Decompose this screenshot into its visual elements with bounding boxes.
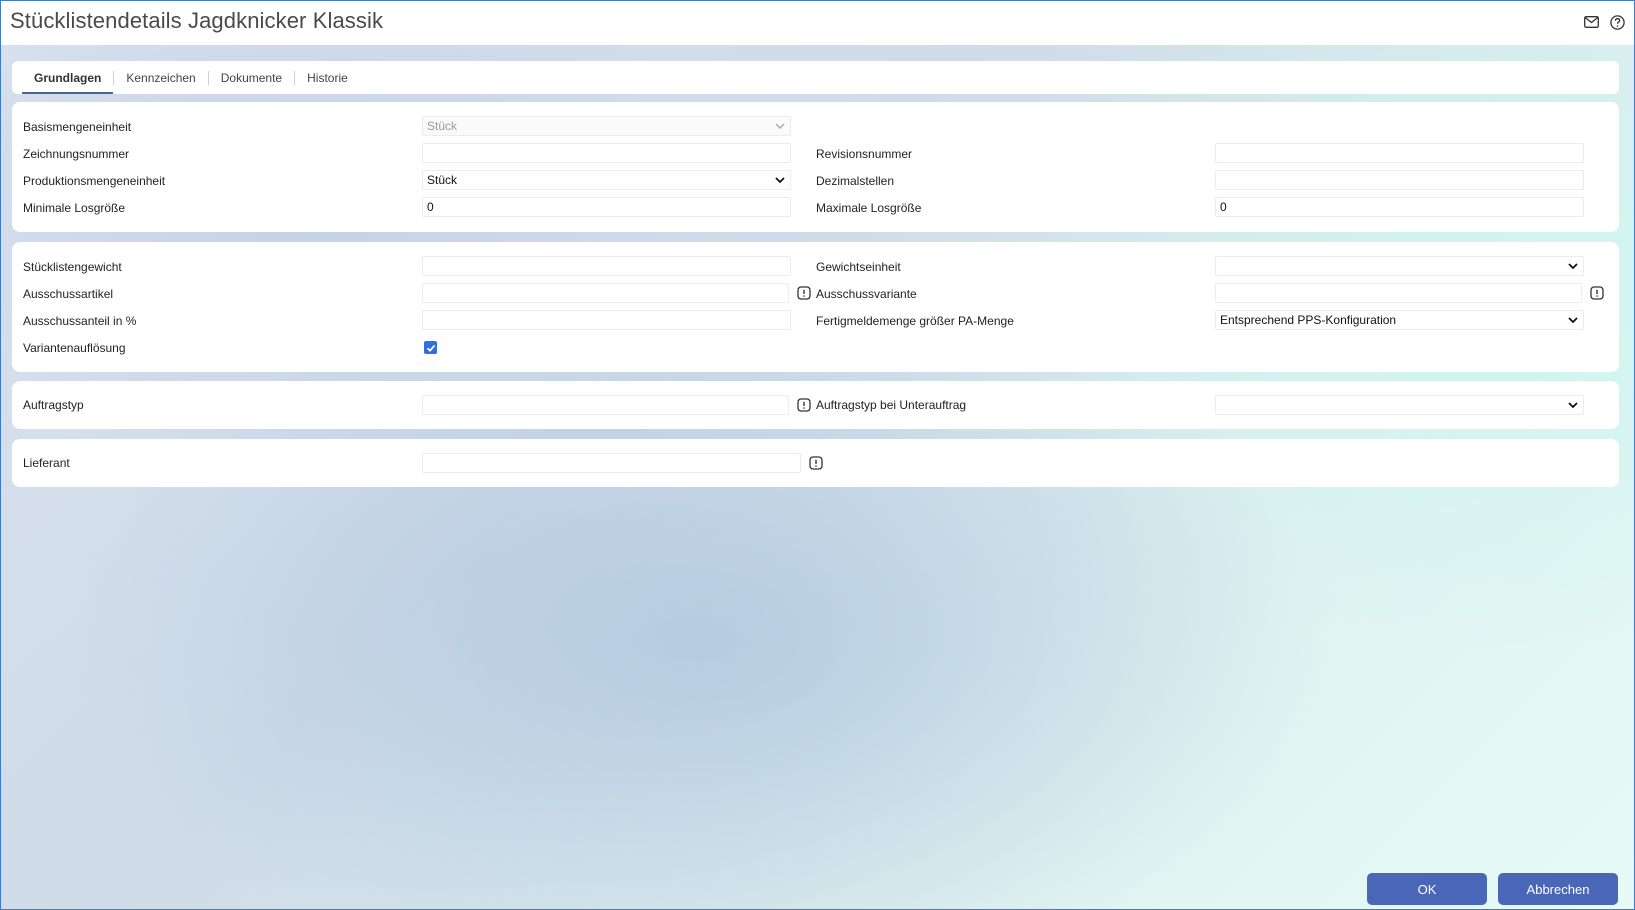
section-order-type: Auftragstyp Auftragstyp bei Unterauftrag <box>12 381 1619 429</box>
alert-icon[interactable] <box>809 456 823 470</box>
chevron-down-icon <box>775 177 785 184</box>
ausschussvariante-label: Ausschussvariante <box>816 287 917 301</box>
zeichnungsnummer-input[interactable] <box>422 143 791 163</box>
tab-kennzeichen[interactable]: Kennzeichen <box>114 61 207 94</box>
auftragstyp-unterauftrag-select[interactable] <box>1215 395 1584 415</box>
auftragstyp-unterauftrag-label: Auftragstyp bei Unterauftrag <box>816 398 967 412</box>
checkmark-icon <box>426 344 435 352</box>
ausschussanteil-label: Ausschussanteil in % <box>23 314 137 328</box>
maximale-losgroesse-label: Maximale Losgröße <box>816 201 922 215</box>
dezimalstellen-input[interactable] <box>1215 170 1584 190</box>
tab-label: Dokumente <box>220 70 283 85</box>
select-value: Stück <box>427 119 458 133</box>
chevron-down-icon <box>1568 263 1578 270</box>
alert-icon[interactable] <box>797 398 811 412</box>
tab-dokumente[interactable]: Dokumente <box>209 61 294 94</box>
produktionsmengeneinheit-select[interactable]: Stück <box>422 170 791 190</box>
variantenaufloesung-checkbox[interactable] <box>424 341 437 354</box>
lieferant-input[interactable] <box>422 453 801 473</box>
gewichtseinheit-select[interactable] <box>1215 256 1584 276</box>
ausschussartikel-label: Ausschussartikel <box>23 287 114 301</box>
section-basics: Basismengeneinheit Stück Zeichnungsnumme… <box>12 102 1619 232</box>
ausschussanteil-input[interactable] <box>422 310 791 330</box>
basismengeneinheit-select: Stück <box>422 116 791 136</box>
tab-label: Grundlagen <box>34 70 102 85</box>
chevron-down-icon <box>775 123 785 130</box>
cancel-button[interactable]: Abbrechen <box>1498 873 1618 905</box>
stuecklistengewicht-input[interactable] <box>422 256 791 276</box>
tab-bar: Grundlagen Kennzeichen Dokumente Histori… <box>12 61 1619 94</box>
alert-icon[interactable] <box>1590 286 1604 300</box>
dialog-title: Stücklistendetails Jagdknicker Klassik <box>10 8 384 33</box>
variantenaufloesung-label: Variantenauflösung <box>23 341 126 355</box>
minimale-losgroesse-input[interactable]: 0 <box>422 197 791 217</box>
fertigmeldemenge-select[interactable]: Entsprechend PPS-Konfiguration <box>1215 310 1584 330</box>
tab-historie[interactable]: Historie <box>295 61 360 94</box>
minimale-losgroesse-label: Minimale Losgröße <box>23 201 126 215</box>
revisionsnummer-label: Revisionsnummer <box>816 147 913 161</box>
alert-icon[interactable] <box>797 286 811 300</box>
ausschussartikel-input[interactable] <box>422 283 789 303</box>
ausschussvariante-input[interactable] <box>1215 283 1582 303</box>
produktionsmengeneinheit-label: Produktionsmengeneinheit <box>23 174 166 188</box>
section-weight-scrap: Stücklistengewicht Gewichtseinheit Aussc… <box>12 242 1619 372</box>
stuecklistengewicht-label: Stücklistengewicht <box>23 260 122 274</box>
auftragstyp-label: Auftragstyp <box>23 398 84 412</box>
help-icon[interactable] <box>1608 13 1626 31</box>
title-bar: Stücklistendetails Jagdknicker Klassik <box>1 1 1634 45</box>
dezimalstellen-label: Dezimalstellen <box>816 174 895 188</box>
gewichtseinheit-label: Gewichtseinheit <box>816 260 901 274</box>
section-supplier: Lieferant <box>12 439 1619 487</box>
tab-grundlagen[interactable]: Grundlagen <box>22 61 114 94</box>
chevron-down-icon <box>1568 317 1578 324</box>
ok-button[interactable]: OK <box>1367 873 1487 905</box>
zeichnungsnummer-label: Zeichnungsnummer <box>23 147 130 161</box>
revisionsnummer-input[interactable] <box>1215 143 1584 163</box>
lieferant-label: Lieferant <box>23 456 70 470</box>
mail-icon[interactable] <box>1582 13 1600 31</box>
chevron-down-icon <box>1568 402 1578 409</box>
dialog-window: Stücklistendetails Jagdknicker Klassik G… <box>0 0 1635 910</box>
auftragstyp-input[interactable] <box>422 395 789 415</box>
basismengeneinheit-label: Basismengeneinheit <box>23 120 132 134</box>
select-value: Entsprechend PPS-Konfiguration <box>1220 313 1397 327</box>
tab-label: Historie <box>307 70 348 85</box>
select-value: Stück <box>427 173 458 187</box>
fertigmeldemenge-label: Fertigmeldemenge größer PA-Menge <box>816 314 1014 328</box>
tab-label: Kennzeichen <box>126 70 196 85</box>
maximale-losgroesse-input[interactable]: 0 <box>1215 197 1584 217</box>
